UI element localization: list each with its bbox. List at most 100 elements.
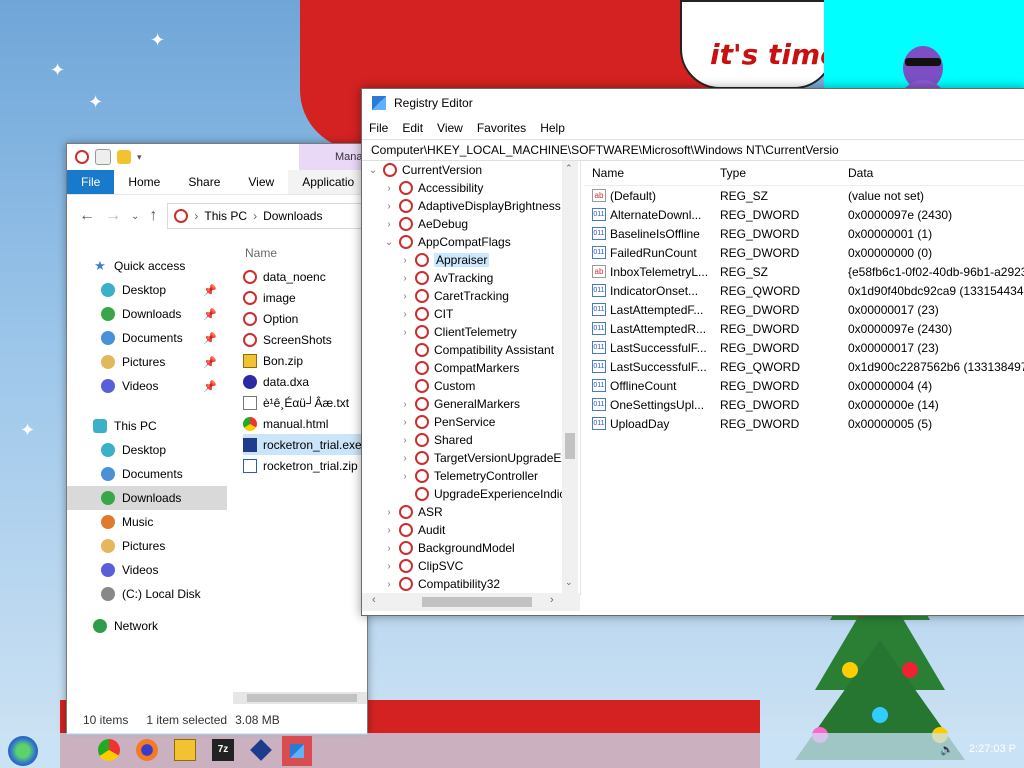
properties-icon[interactable] — [95, 149, 111, 165]
registry-value-row[interactable]: 011 LastSuccessfulF... REG_DWORD 0x00000017… — [584, 338, 1024, 357]
customize-toolbar-icon[interactable]: ▾ — [137, 152, 142, 163]
registry-value-row[interactable]: 011 LastAttemptedR... REG_DWORD 0x0000097e … — [584, 319, 1024, 338]
file-row[interactable]: Bon.zip — [243, 350, 367, 371]
chevron-right-icon[interactable]: › — [400, 291, 410, 302]
scroll-thumb[interactable] — [565, 433, 575, 459]
tree-horizontal-scrollbar[interactable]: ‹ › — [362, 593, 580, 611]
tree-node[interactable]: › BackgroundModel — [362, 539, 580, 557]
registry-value-row[interactable]: 011 BaselineIsOffline REG_DWORD 0x00000001 … — [584, 224, 1024, 243]
forward-arrow-icon[interactable]: → — [105, 207, 121, 225]
sidebar-item-network[interactable]: Network — [67, 614, 227, 638]
chevron-right-icon[interactable]: › — [400, 471, 410, 482]
tree-node[interactable]: ⌄ CurrentVersion — [362, 161, 580, 179]
chevron-down-icon[interactable]: ⌄ — [368, 165, 378, 176]
tree-node[interactable]: › GeneralMarkers — [362, 395, 580, 413]
tree-node[interactable]: Custom — [362, 377, 580, 395]
breadcrumb-downloads[interactable]: Downloads — [263, 209, 322, 223]
chrome-icon[interactable] — [98, 739, 120, 761]
tree-node[interactable]: UpgradeExperienceIndica — [362, 485, 580, 503]
tree-node[interactable]: › AeDebug — [362, 215, 580, 233]
column-header-name[interactable]: Name — [243, 240, 367, 266]
file-row[interactable]: data_noenc — [243, 266, 367, 287]
chevron-right-icon[interactable]: › — [384, 525, 394, 536]
menu-favorites[interactable]: Favorites — [470, 121, 533, 135]
chevron-right-icon[interactable]: › — [384, 219, 394, 230]
tree-node[interactable]: › AdaptiveDisplayBrightness — [362, 197, 580, 215]
tree-node[interactable]: › Appraiser — [362, 251, 580, 269]
sidebar-item-local-disk[interactable]: (C:) Local Disk — [67, 582, 227, 606]
registry-value-row[interactable]: 011 OneSettingsUpl... REG_DWORD 0x0000000e … — [584, 395, 1024, 414]
sidebar-item-desktop[interactable]: Desktop 📌 — [67, 278, 227, 302]
new-folder-icon[interactable] — [117, 150, 131, 164]
ribbon-share-tab[interactable]: Share — [174, 170, 234, 194]
tree-node[interactable]: › PenService — [362, 413, 580, 431]
scroll-right-icon[interactable]: › — [550, 594, 554, 606]
registry-value-row[interactable]: ab (Default) REG_SZ (value not set) — [584, 186, 1024, 205]
recent-chevron-icon[interactable]: ⌄ — [131, 211, 139, 222]
registry-value-row[interactable]: 011 IndicatorOnset... REG_QWORD 0x1d90f40bd… — [584, 281, 1024, 300]
chevron-right-icon[interactable]: › — [400, 399, 410, 410]
sidebar-item-videos[interactable]: Videos — [67, 558, 227, 582]
sidebar-item-pictures[interactable]: Pictures — [67, 534, 227, 558]
chevron-right-icon[interactable]: › — [400, 453, 410, 464]
firefox-icon[interactable] — [136, 739, 158, 761]
tree-node[interactable]: › TargetVersionUpgradeExp — [362, 449, 580, 467]
tree-node[interactable]: › AvTracking — [362, 269, 580, 287]
tree-node[interactable]: › Audit — [362, 521, 580, 539]
sidebar-item-downloads[interactable]: Downloads 📌 — [67, 302, 227, 326]
tree-node[interactable]: › CIT — [362, 305, 580, 323]
chevron-right-icon[interactable]: › — [400, 327, 410, 338]
tree-node[interactable]: Compatibility Assistant — [362, 341, 580, 359]
volume-icon[interactable]: 🔊 — [940, 743, 954, 756]
scroll-down-icon[interactable]: ⌄ — [565, 577, 573, 588]
registry-value-row[interactable]: 011 LastAttemptedF... REG_DWORD 0x00000017 … — [584, 300, 1024, 319]
registry-value-row[interactable]: ab InboxTelemetryL... REG_SZ {e58fb6c1-0f02… — [584, 262, 1024, 281]
tree-node[interactable]: › TelemetryController — [362, 467, 580, 485]
sidebar-item-videos[interactable]: Videos 📌 — [67, 374, 227, 398]
file-explorer-icon[interactable] — [174, 739, 196, 761]
column-header-data[interactable]: Data — [840, 166, 1024, 180]
sidebar-item-documents[interactable]: Documents — [67, 462, 227, 486]
scroll-left-icon[interactable]: ‹ — [372, 594, 376, 606]
regedit-titlebar[interactable]: Registry Editor — [362, 89, 1024, 117]
ribbon-application-tab[interactable]: Applicatio — [288, 170, 367, 194]
column-header-type[interactable]: Type — [712, 166, 840, 180]
menu-edit[interactable]: Edit — [395, 121, 430, 135]
chevron-right-icon[interactable]: › — [384, 201, 394, 212]
tree-node[interactable]: ⌄ AppCompatFlags — [362, 233, 580, 251]
menu-view[interactable]: View — [430, 121, 470, 135]
sidebar-item-documents[interactable]: Documents 📌 — [67, 326, 227, 350]
registry-value-row[interactable]: 011 FailedRunCount REG_DWORD 0x00000000 (0) — [584, 243, 1024, 262]
tree-node[interactable]: › Compatibility32 — [362, 575, 580, 593]
sidebar-item-this-pc[interactable]: This PC — [67, 414, 227, 438]
chevron-down-icon[interactable]: ⌄ — [384, 237, 394, 248]
file-row[interactable]: manual.html — [243, 413, 367, 434]
tree-node[interactable]: › ASR — [362, 503, 580, 521]
scroll-thumb[interactable] — [422, 597, 532, 607]
rocketron-icon[interactable] — [250, 739, 272, 761]
tree-node[interactable]: › CaretTracking — [362, 287, 580, 305]
file-row[interactable]: è¹ê¸Éαü┘Âæ.txt — [243, 392, 367, 413]
explorer-horizontal-scrollbar[interactable] — [233, 692, 367, 704]
ribbon-view-tab[interactable]: View — [234, 170, 288, 194]
chevron-right-icon[interactable]: › — [400, 255, 410, 266]
registry-value-row[interactable]: 011 AlternateDownl... REG_DWORD 0x0000097e … — [584, 205, 1024, 224]
chevron-right-icon[interactable]: › — [384, 561, 394, 572]
file-row[interactable]: Option — [243, 308, 367, 329]
regedit-address-bar[interactable]: Computer\HKEY_LOCAL_MACHINE\SOFTWARE\Mic… — [362, 139, 1024, 161]
chevron-right-icon[interactable]: › — [400, 435, 410, 446]
file-row[interactable]: ScreenShots — [243, 329, 367, 350]
sidebar-item-music[interactable]: Music — [67, 510, 227, 534]
chevron-right-icon[interactable]: › — [384, 579, 394, 590]
tree-node[interactable]: › ClipSVC — [362, 557, 580, 575]
file-explorer-window[interactable]: ▾ Mana File Home Share View Applicatio ←… — [66, 143, 368, 735]
registry-value-row[interactable]: 011 UploadDay REG_DWORD 0x00000005 (5) — [584, 414, 1024, 433]
breadcrumb-this-pc[interactable]: This PC — [204, 209, 247, 223]
taskbar-clock[interactable]: 2:27:03 P — [969, 743, 1016, 755]
tree-vertical-scrollbar[interactable]: ⌃ ⌄ — [562, 161, 578, 593]
sidebar-item-pictures[interactable]: Pictures 📌 — [67, 350, 227, 374]
menu-help[interactable]: Help — [533, 121, 572, 135]
chevron-right-icon[interactable]: › — [384, 507, 394, 518]
chevron-right-icon[interactable]: › — [400, 417, 410, 428]
up-arrow-icon[interactable]: ↑ — [149, 207, 157, 225]
